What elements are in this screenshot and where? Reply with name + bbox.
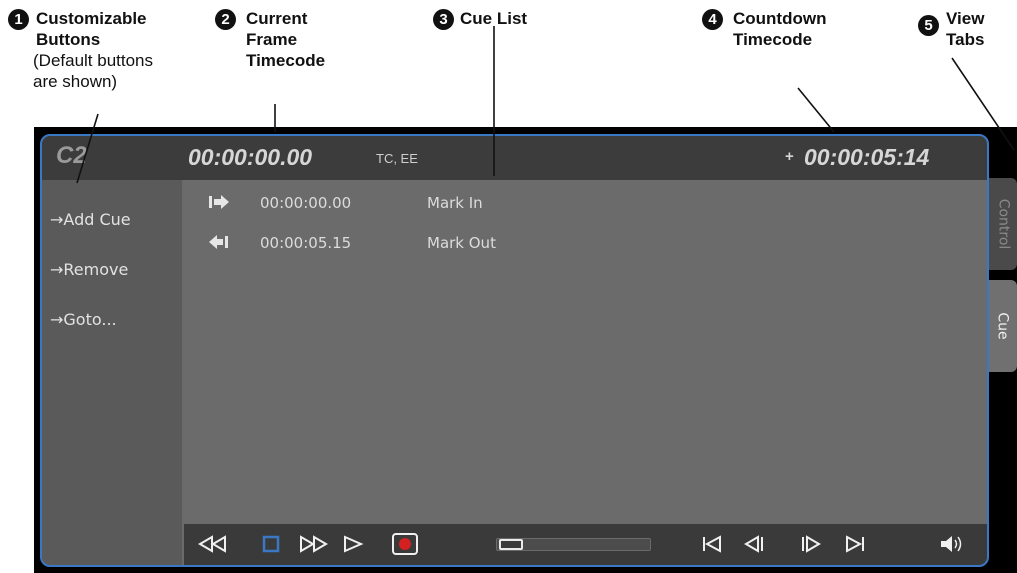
timecode-source: TC, EE [376,151,418,166]
cue-name: Mark In [427,194,483,212]
volume-icon[interactable] [937,530,967,558]
step-back-icon[interactable] [739,530,769,558]
cue-panel: C2 00:00:00.00 TC, EE + 00:00:05:14 →Add… [40,134,989,567]
callout-number: 2 [215,9,236,30]
callout-number: 3 [433,9,454,30]
callout-number: 5 [918,15,939,36]
current-frame-timecode: 00:00:00.00 [188,144,313,170]
cue-list: 00:00:00.00 Mark In 00:00:05.15 Mark Out [184,180,987,524]
panel-header: C2 00:00:00.00 TC, EE + 00:00:05:14 [42,136,987,180]
tab-control[interactable]: Control [989,178,1017,270]
mark-in-icon [208,194,230,215]
cue-timecode: 00:00:00.00 [260,194,352,212]
transport-controls [184,524,987,565]
fast-forward-icon[interactable] [298,530,328,558]
record-icon[interactable] [390,530,420,558]
goto-button[interactable]: →Goto... [50,310,117,329]
remove-button[interactable]: →Remove [50,260,128,279]
callout-title: Current Frame Timecode [246,9,326,70]
scrubber-handle[interactable] [499,539,523,550]
callout-subtitle: (Default buttons are shown) [33,51,154,91]
countdown-direction-icon: + [785,148,794,165]
callout-title: View Tabs [946,9,985,49]
callout-title: Cue List [460,9,528,28]
countdown-timecode: 00:00:05:14 [804,144,930,170]
callout-number: 1 [8,9,29,30]
rewind-icon[interactable] [198,530,228,558]
position-scrubber[interactable] [496,538,651,551]
callout-title: Customizable Buttons [36,9,147,49]
callout-number: 4 [702,9,723,30]
tab-cue[interactable]: Cue [989,280,1017,372]
stop-icon[interactable] [256,530,286,558]
channel-id: C2 [56,142,87,169]
step-forward-icon[interactable] [796,530,826,558]
mark-out-icon [208,234,230,255]
cue-name: Mark Out [427,234,496,252]
customizable-buttons: →Add Cue →Remove →Goto... [42,180,182,565]
play-icon[interactable] [338,530,368,558]
leader-line-4 [797,87,835,133]
cue-timecode: 00:00:05.15 [260,234,352,252]
go-to-end-icon[interactable] [840,530,870,558]
add-cue-button[interactable]: →Add Cue [50,210,131,229]
go-to-start-icon[interactable] [697,530,727,558]
callout-title: Countdown Timecode [733,9,827,49]
view-tabs: Control Cue [989,170,1017,430]
